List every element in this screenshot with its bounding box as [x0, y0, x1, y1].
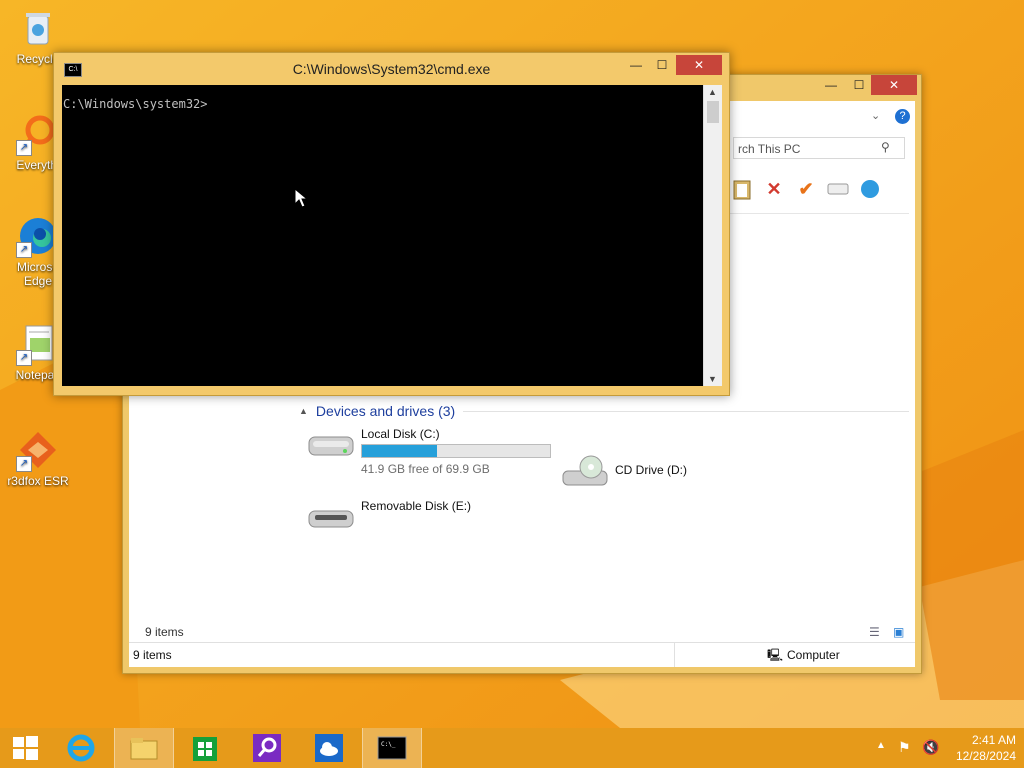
- drive-icon[interactable]: [825, 176, 851, 202]
- mouse-cursor-icon: [294, 188, 308, 208]
- drive-local-disk-c[interactable]: Local Disk (C:) 41.9 GB free of 69.9 GB: [307, 427, 551, 476]
- scroll-down-icon[interactable]: ▼: [708, 374, 717, 384]
- ribbon-expand-icon[interactable]: ⌄: [871, 109, 880, 122]
- action-center-flag-icon[interactable]: ⚑: [898, 739, 911, 756]
- computer-icon: 🖳: [767, 648, 784, 662]
- status-bar: 9 items 🖳 Computer: [129, 642, 915, 667]
- taskbar-onedrive[interactable]: [300, 728, 358, 768]
- status-items: 9 items: [133, 648, 172, 662]
- drive-cd-d[interactable]: CD Drive (D:): [561, 455, 687, 489]
- help-icon[interactable]: ?: [895, 109, 910, 124]
- drive-name: Local Disk (C:): [361, 427, 440, 441]
- search-app-icon: [253, 734, 281, 762]
- drive-name: Removable Disk (E:): [361, 499, 472, 513]
- search-icon[interactable]: ⚲: [881, 140, 890, 154]
- explorer-maximize-button[interactable]: ☐: [845, 75, 873, 95]
- shortcut-arrow-icon: ↗: [16, 350, 32, 366]
- cmd-close-button[interactable]: ✕: [676, 55, 722, 75]
- explorer-close-button[interactable]: ✕: [871, 75, 917, 95]
- taskbar-search[interactable]: [238, 728, 296, 768]
- shortcut-arrow-icon: ↗: [16, 140, 32, 156]
- windows-logo-icon: [13, 736, 38, 760]
- hard-drive-icon: [308, 436, 354, 456]
- paste-icon[interactable]: [729, 176, 755, 202]
- drive-usage-bar: [361, 444, 551, 458]
- start-button[interactable]: [0, 728, 50, 768]
- search-input[interactable]: rch This PC: [733, 137, 905, 159]
- desktop-icon-r3dfox[interactable]: ↗ r3dfox ESR: [3, 428, 73, 488]
- recycle-bin-icon: [16, 6, 60, 50]
- section-title[interactable]: Devices and drives (3): [316, 403, 455, 419]
- details-view-icon[interactable]: ☰: [869, 625, 880, 639]
- network-icon[interactable]: [857, 176, 883, 202]
- cmd-scrollbar[interactable]: ▲ ▼: [703, 85, 722, 386]
- cmd-icon: C:\_: [377, 736, 407, 760]
- drive-removable-e[interactable]: Removable Disk (E:): [307, 499, 471, 533]
- shortcut-arrow-icon: ↗: [16, 456, 32, 472]
- taskbar-internet-explorer[interactable]: [52, 728, 110, 768]
- drive-usage-fill: [362, 445, 438, 457]
- status-location: Computer: [787, 648, 840, 662]
- clock-time: 2:41 AM: [971, 733, 1016, 747]
- store-icon: [193, 737, 217, 761]
- cmd-console[interactable]: C:\Windows\system32>: [62, 85, 703, 386]
- cmd-minimize-button[interactable]: —: [622, 55, 650, 75]
- system-clock[interactable]: 2:41 AM 12/28/2024: [956, 732, 1016, 764]
- taskbar-file-explorer[interactable]: [114, 728, 174, 768]
- checkmark-icon[interactable]: ✔: [793, 176, 819, 202]
- shortcut-arrow-icon: ↗: [16, 242, 32, 258]
- internet-explorer-icon: [67, 734, 95, 762]
- cmd-window[interactable]: C:\ C:\Windows\System32\cmd.exe — ☐ ✕ C:…: [53, 52, 730, 396]
- drive-name: CD Drive (D:): [615, 463, 687, 477]
- explorer-toolbar: ✕ ✔: [729, 171, 919, 207]
- r3dfox-icon: ↗: [16, 428, 60, 472]
- large-icons-view-icon[interactable]: ▣: [893, 625, 904, 639]
- scroll-up-icon[interactable]: ▲: [708, 87, 717, 97]
- desktop-icon-label: r3dfox ESR: [7, 474, 69, 488]
- show-hidden-icons[interactable]: ▲: [876, 740, 886, 751]
- volume-muted-icon[interactable]: 🔇: [922, 739, 939, 756]
- cmd-prompt: C:\Windows\system32>: [63, 97, 208, 111]
- removable-disk-icon: [308, 510, 354, 528]
- svg-text:C:\_: C:\_: [381, 741, 396, 748]
- taskbar-cmd[interactable]: C:\_: [362, 728, 422, 768]
- scroll-thumb[interactable]: [707, 101, 719, 123]
- cd-drive-icon: [562, 455, 608, 486]
- file-explorer-icon: [130, 738, 158, 760]
- cmd-maximize-button[interactable]: ☐: [648, 55, 676, 75]
- taskbar: C:\_ ▲ ⚑ 🔇 2:41 AM 12/28/2024: [0, 728, 1024, 768]
- drive-free-space: 41.9 GB free of 69.9 GB: [361, 462, 490, 476]
- clock-date: 12/28/2024: [955, 749, 1016, 763]
- items-count: 9 items: [145, 625, 184, 639]
- delete-icon[interactable]: ✕: [761, 176, 787, 202]
- taskbar-store[interactable]: [176, 728, 234, 768]
- onedrive-icon: [315, 734, 343, 762]
- explorer-minimize-button[interactable]: —: [817, 75, 845, 95]
- collapse-icon[interactable]: ▲: [299, 406, 308, 416]
- devices-and-drives-section: ▲ Devices and drives (3): [299, 403, 909, 419]
